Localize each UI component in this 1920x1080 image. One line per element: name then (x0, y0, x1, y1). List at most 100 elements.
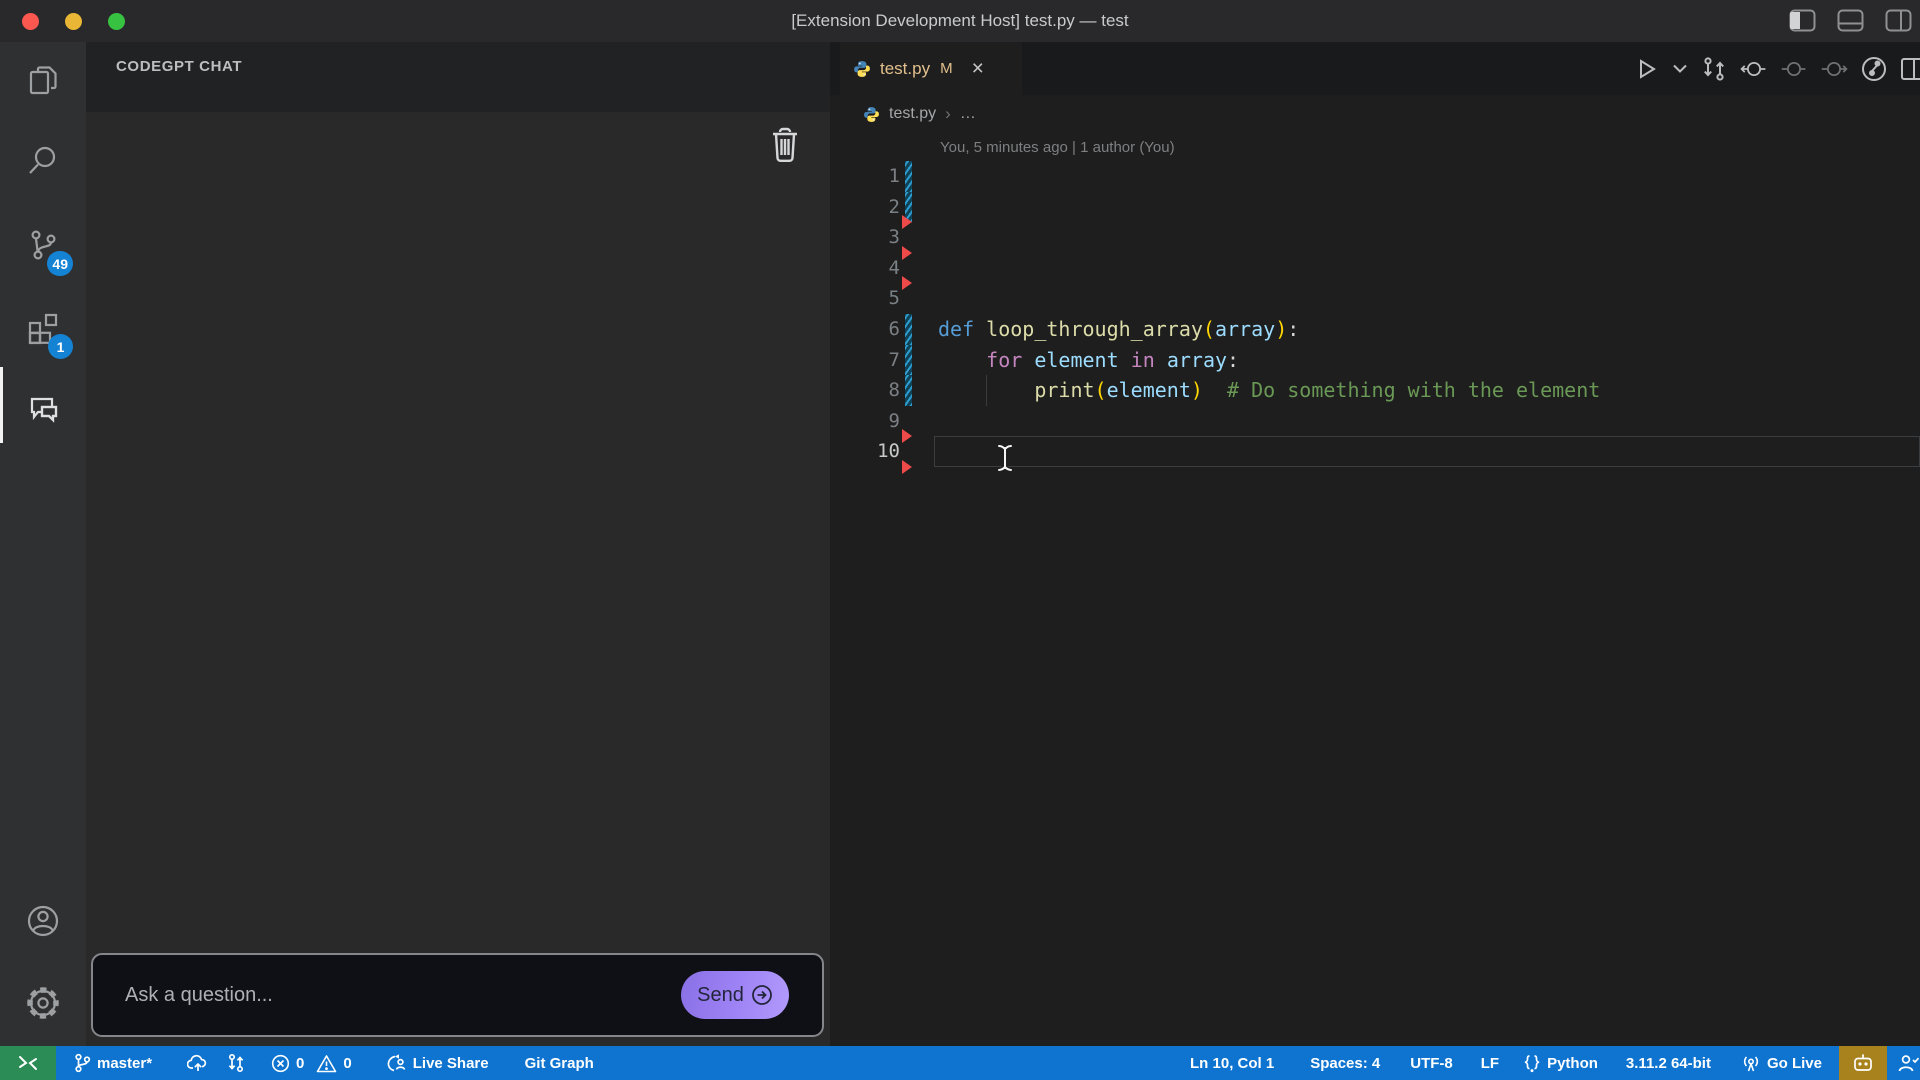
live-share-item[interactable]: Live Share (377, 1046, 498, 1080)
tab-filename: test.py (880, 58, 931, 78)
token: ) (1275, 316, 1288, 341)
gutter (900, 313, 938, 345)
chat-input-box[interactable]: Ask a question... Send (91, 953, 824, 1037)
language-braces-icon (1523, 1054, 1541, 1073)
code-line-10[interactable]: 10 (830, 436, 1920, 474)
branch-label: master* (97, 1054, 153, 1072)
eol-item[interactable]: LF (1472, 1046, 1508, 1080)
title-bar: [Extension Development Host] test.py — t… (0, 0, 1920, 42)
compare-changes-icon[interactable] (1700, 55, 1728, 83)
go-live-item[interactable]: Go Live (1732, 1046, 1831, 1080)
indent-guide (986, 375, 988, 406)
split-editor-icon[interactable] (1900, 55, 1920, 83)
line-number[interactable]: 3 (830, 222, 900, 253)
git-graph-item[interactable]: Git Graph (516, 1046, 603, 1080)
toggle-right-sidebar-icon[interactable] (1885, 9, 1912, 32)
interpreter-item[interactable]: 3.11.2 64-bit (1617, 1046, 1720, 1080)
feedback-item[interactable] (1887, 1046, 1920, 1080)
run-dropdown-icon[interactable] (1672, 55, 1688, 83)
code-text: def loop_through_array(array): (938, 314, 1299, 345)
run-button[interactable] (1632, 55, 1660, 83)
sidebar-codegpt-chat: CODEGPT CHAT Ask a question... Send (86, 42, 830, 1046)
problems-item[interactable]: 0 0 (262, 1046, 361, 1080)
toggle-left-sidebar-icon[interactable] (1789, 9, 1816, 32)
gutter (900, 191, 938, 230)
sidebar-item-extensions[interactable]: 1 (0, 291, 86, 365)
gitlens-blame-annotation[interactable]: You, 5 minutes ago | 1 author (You) (940, 139, 1175, 156)
broadcast-icon (1741, 1053, 1761, 1073)
code-line-3[interactable]: 3 (830, 222, 1920, 260)
line-number[interactable]: 7 (830, 345, 900, 376)
cursor-position-item[interactable]: Ln 10, Col 1 (1181, 1046, 1283, 1080)
send-arrow-icon (751, 984, 773, 1006)
errors-count: 0 (296, 1054, 305, 1072)
account-icon (24, 902, 62, 940)
open-changes-icon[interactable] (1780, 55, 1808, 83)
code-text: for element in array: (938, 345, 1239, 376)
token: in (1130, 347, 1155, 372)
send-button[interactable]: Send (681, 971, 789, 1019)
code-line-5[interactable]: 5 (830, 283, 1920, 314)
code-line-8[interactable]: 8 print(element) # Do something with the… (830, 375, 1920, 406)
token: ( (1094, 378, 1107, 403)
code-line-9[interactable]: 9 (830, 406, 1920, 444)
token: loop_through_array (986, 316, 1203, 341)
token: element (1034, 347, 1119, 372)
breadcrumb-file[interactable]: test.py (889, 105, 936, 123)
line-number[interactable]: 2 (830, 192, 900, 223)
code-line-2[interactable]: 2 (830, 191, 1920, 230)
sidebar-item-explorer[interactable] (0, 44, 86, 118)
remote-indicator[interactable] (0, 1046, 56, 1080)
clear-chat-button[interactable] (766, 124, 804, 166)
line-number[interactable]: 4 (830, 253, 900, 284)
gutter-deleted-indicator (902, 215, 912, 230)
line-number[interactable]: 9 (830, 406, 900, 437)
publish-changes-button[interactable] (178, 1046, 218, 1080)
python-file-icon (863, 106, 880, 123)
code-line-4[interactable]: 4 (830, 253, 1920, 291)
indentation-item[interactable]: Spaces: 4 (1301, 1046, 1389, 1080)
file-history-icon[interactable] (1860, 55, 1888, 83)
code-area[interactable]: 1 2 3 4 5 6 def loop_through_array(array): 7 fo… (830, 161, 1920, 474)
editor-actions (1632, 42, 1920, 95)
gitlens-compare-button[interactable] (218, 1046, 254, 1080)
sidebar-item-codegpt-chat[interactable] (0, 367, 86, 446)
tab-test-py[interactable]: test.py M × (840, 42, 1022, 95)
sidebar-item-search[interactable] (0, 123, 86, 197)
gutter (900, 375, 938, 406)
language-item[interactable]: Python (1514, 1046, 1607, 1080)
settings-button[interactable] (0, 966, 86, 1040)
line-number[interactable]: 6 (830, 314, 900, 345)
sidebar-item-source-control[interactable]: 49 (0, 208, 86, 282)
token: print (1034, 378, 1095, 403)
close-tab-icon[interactable]: × (972, 58, 984, 79)
chat-icon (24, 391, 62, 427)
line-number[interactable]: 5 (830, 283, 900, 314)
code-line-7[interactable]: 7 for element in array: (830, 344, 1920, 376)
warnings-icon (316, 1054, 337, 1073)
line-number[interactable]: 10 (830, 436, 900, 467)
line-number[interactable]: 8 (830, 375, 900, 406)
activity-bar: 49 1 (0, 42, 86, 1046)
encoding-item[interactable]: UTF-8 (1401, 1046, 1462, 1080)
token: for (986, 347, 1023, 372)
gutter-deleted-indicator (902, 459, 912, 474)
code-line-1[interactable]: 1 (830, 161, 1920, 192)
account-button[interactable] (0, 884, 86, 958)
token: # Do something with the element (1227, 378, 1601, 403)
git-branch-item[interactable]: master* (65, 1046, 161, 1080)
codegpt-status-item[interactable] (1839, 1046, 1887, 1080)
open-changes-prev-icon[interactable] (1740, 55, 1768, 83)
gutter-modified-indicator (905, 313, 912, 345)
open-changes-next-icon[interactable] (1820, 55, 1848, 83)
toggle-panel-icon[interactable] (1837, 9, 1864, 32)
code-line-6[interactable]: 6 def loop_through_array(array): (830, 313, 1920, 345)
modified-badge: M (940, 60, 953, 77)
git-compare-icon (227, 1053, 245, 1073)
line-number[interactable]: 1 (830, 161, 900, 192)
breadcrumb-symbol[interactable]: … (960, 105, 976, 123)
token: ( (1202, 316, 1215, 341)
